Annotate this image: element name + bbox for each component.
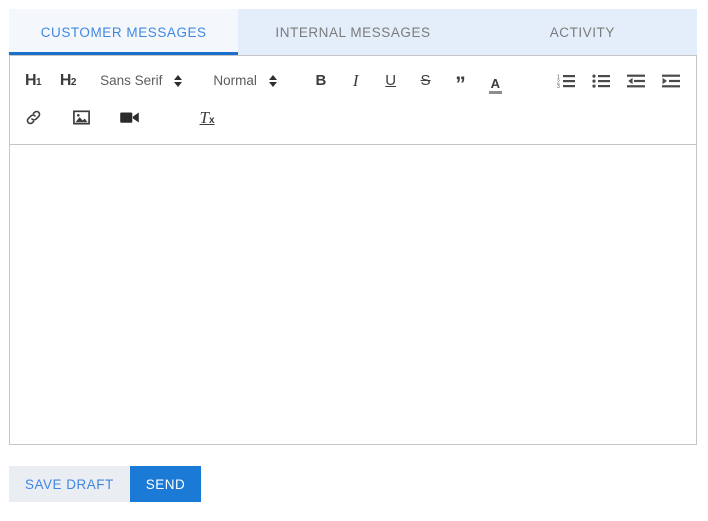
ordered-list-icon: 1 2 3 [557,73,576,89]
bold-label: B [315,72,327,89]
insert-image-button[interactable] [68,104,94,132]
toolbar-row-secondary: Tx [20,99,686,136]
font-size-value: Normal [213,73,257,88]
svg-text:3: 3 [557,84,560,89]
blockquote-label: ” [455,72,466,96]
tab-activity-label: ACTIVITY [549,24,615,40]
text-color-swatch [488,91,502,94]
underline-button[interactable]: U [378,67,404,95]
text-color-label: A [490,76,501,91]
clear-formatting-sub: x [208,115,215,126]
heading-2-sub: 2 [70,77,77,88]
tab-internal-messages[interactable]: INTERNAL MESSAGES [238,9,467,55]
heading-2-label: H [59,71,72,89]
editor-toolbar: H1 H2 Sans Serif Normal B I U S ” A 1 2 … [9,55,697,144]
strikethrough-button[interactable]: S [413,67,439,95]
send-button[interactable]: SEND [129,466,202,502]
save-draft-button[interactable]: SAVE DRAFT [9,466,130,502]
heading-1-sub: 1 [36,77,42,88]
message-body-input[interactable] [9,144,697,445]
heading-1-button[interactable]: H1 [20,67,46,95]
insert-video-button[interactable] [116,104,142,132]
tab-customer-messages-label: CUSTOMER MESSAGES [40,24,207,40]
rich-text-editor: H1 H2 Sans Serif Normal B I U S ” A 1 2 … [9,55,697,445]
image-icon [72,110,90,125]
bold-button[interactable]: B [308,67,334,95]
font-family-select[interactable]: Sans Serif [100,67,183,95]
tab-bar: CUSTOMER MESSAGES INTERNAL MESSAGES ACTI… [9,9,697,55]
attachment-button[interactable] [20,104,46,132]
text-color-button[interactable]: A [482,67,508,95]
bullet-list-button[interactable] [588,67,614,95]
chevron-updown-icon [268,74,277,87]
tab-customer-messages[interactable]: CUSTOMER MESSAGES [9,9,239,55]
ordered-list-button[interactable]: 1 2 3 [553,67,579,95]
font-size-select[interactable]: Normal [213,67,277,95]
outdent-button[interactable] [623,67,649,95]
italic-button[interactable]: I [343,67,369,95]
video-icon [119,111,139,124]
bullet-list-icon [592,73,611,89]
blockquote-button[interactable]: ” [447,62,473,99]
clear-formatting-label: T [199,107,209,127]
link-icon [25,109,42,126]
indent-icon [662,73,681,89]
tab-internal-messages-label: INTERNAL MESSAGES [275,24,431,40]
tab-activity[interactable]: ACTIVITY [468,9,697,55]
heading-1-label: H [24,71,37,89]
strikethrough-label: S [420,72,431,89]
toolbar-row-primary: H1 H2 Sans Serif Normal B I U S ” A 1 2 … [20,62,686,99]
heading-2-button[interactable]: H2 [55,67,81,95]
composer-actions: SAVE DRAFT SEND [9,466,202,502]
indent-button[interactable] [658,67,684,95]
chevron-updown-icon [174,74,183,87]
underline-label: U [385,72,397,89]
clear-formatting-button[interactable]: Tx [194,104,220,132]
outdent-icon [627,73,646,89]
italic-label: I [352,70,359,90]
font-family-value: Sans Serif [100,73,163,88]
message-composer-panel: CUSTOMER MESSAGES INTERNAL MESSAGES ACTI… [0,0,708,521]
text-color-icon: A [488,76,502,94]
